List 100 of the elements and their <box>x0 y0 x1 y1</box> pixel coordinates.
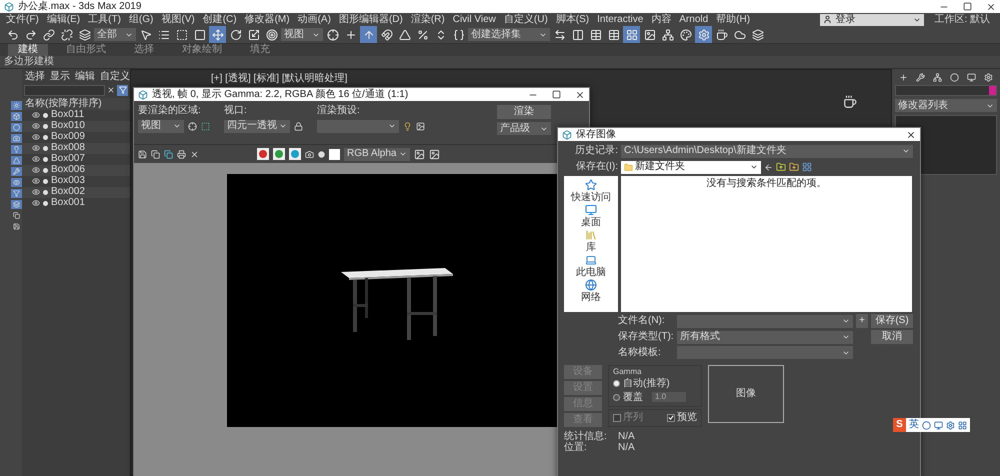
ribbon-tab[interactable]: 建模 <box>8 44 48 56</box>
panel-tab-icon[interactable] <box>933 73 942 82</box>
menu-item[interactable]: Civil View <box>448 14 500 26</box>
settings-icon[interactable] <box>946 420 955 430</box>
explorer-menu-item[interactable]: 编辑 <box>74 71 96 82</box>
menu-item[interactable]: Interactive <box>593 14 648 26</box>
account-dropdown[interactable]: 登录 <box>820 14 924 26</box>
copy-icon[interactable] <box>151 150 160 158</box>
eye-icon[interactable] <box>32 177 40 185</box>
object-row[interactable]: Box006 <box>22 164 130 176</box>
folder-dropdown[interactable]: 新建文件夹 <box>621 160 761 174</box>
eye-icon[interactable] <box>32 155 40 163</box>
image-icon[interactable] <box>416 122 425 130</box>
ribbon-tab[interactable]: 自由形式 <box>56 44 116 56</box>
menu-item[interactable]: 动画(A) <box>294 14 335 26</box>
panel-tab-icon[interactable] <box>916 73 925 82</box>
star-icon[interactable] <box>585 179 597 191</box>
explorer-menu-item[interactable]: 自定义 <box>99 71 131 82</box>
new-folder-icon[interactable] <box>789 162 799 172</box>
eye-icon[interactable] <box>32 144 40 152</box>
checkbox-item[interactable]: 预览 <box>667 412 697 424</box>
maximize-icon[interactable] <box>552 90 561 99</box>
eye-icon[interactable] <box>32 166 40 174</box>
object-row[interactable]: Box008 <box>22 142 130 154</box>
eye-icon[interactable] <box>32 133 40 141</box>
grid-icon[interactable] <box>958 420 967 430</box>
image-icon[interactable] <box>429 148 440 160</box>
eye-icon[interactable] <box>32 188 40 196</box>
place-label[interactable]: 此电脑 <box>576 267 606 278</box>
panel-tab-icon[interactable] <box>950 73 959 82</box>
computer-icon[interactable] <box>585 254 597 266</box>
menu-item[interactable]: 创建(C) <box>198 14 241 26</box>
quality-dropdown[interactable]: 产品级 <box>497 122 551 135</box>
radio-label[interactable]: 覆盖 <box>623 392 643 404</box>
network-icon[interactable] <box>585 279 597 291</box>
ribbon-tab[interactable]: 填充 <box>240 44 280 56</box>
viewport-dropdown[interactable]: 四元一透视 <box>224 120 290 132</box>
filter-button[interactable] <box>117 84 128 96</box>
name-field[interactable] <box>895 85 997 96</box>
eye-icon[interactable] <box>32 199 40 207</box>
history-dropdown[interactable]: C:\Users\Admin\Desktop\新建文件夹 <box>621 144 913 158</box>
cancel-button[interactable]: 取消 <box>871 330 913 344</box>
object-row[interactable]: Box002 <box>22 186 130 198</box>
ribbon-tab[interactable]: 选择 <box>124 44 164 56</box>
radio-button[interactable] <box>613 380 620 388</box>
folder-up-icon[interactable] <box>776 162 786 172</box>
radio-button[interactable] <box>613 394 620 401</box>
add-button[interactable]: + <box>856 314 868 328</box>
menu-item[interactable]: 帮助(H) <box>712 14 754 26</box>
place-label[interactable]: 桌面 <box>581 217 601 228</box>
close-icon[interactable] <box>575 90 585 100</box>
channel-dropdown[interactable]: RGB Alpha <box>344 148 410 160</box>
ribbon-tab[interactable]: 对象绘制 <box>172 44 232 56</box>
menu-item[interactable]: 工具(T) <box>84 14 125 26</box>
lock-icon[interactable] <box>294 122 303 130</box>
back-icon[interactable] <box>764 162 773 172</box>
menu-item[interactable]: 组(G) <box>124 14 158 26</box>
eye-icon[interactable] <box>32 122 40 130</box>
clear-icon[interactable] <box>107 86 115 94</box>
menu-item[interactable]: 修改器(M) <box>240 14 294 26</box>
menu-item[interactable]: 视图(V) <box>157 14 199 26</box>
render-button[interactable]: 渲染 <box>497 105 551 119</box>
type-dropdown[interactable]: 所有格式 <box>677 330 853 344</box>
maximize-icon[interactable] <box>963 2 972 11</box>
modifier-list-dropdown[interactable]: 修改器列表 <box>895 99 997 112</box>
menu-item[interactable]: 渲染(R) <box>406 14 449 26</box>
search-field[interactable] <box>24 84 105 96</box>
menu-item[interactable]: 编辑(E) <box>42 14 84 26</box>
panel-tab-icon[interactable] <box>967 73 976 82</box>
desktop-icon[interactable] <box>585 204 597 216</box>
area-dropdown[interactable]: 视图 <box>138 120 184 132</box>
view-icon[interactable] <box>802 162 812 172</box>
dot-icon[interactable] <box>318 150 325 158</box>
image-icon[interactable] <box>414 148 425 160</box>
toolbar-dropdown[interactable]: 创建选择集 <box>468 28 550 41</box>
place-label[interactable]: 库 <box>586 242 596 253</box>
crosshair-icon[interactable] <box>188 122 197 130</box>
place-label[interactable]: 快速访问 <box>571 192 611 203</box>
menu-item[interactable]: 脚本(S) <box>552 14 594 26</box>
eye-icon[interactable] <box>32 111 40 119</box>
panel-tab-icon[interactable] <box>899 73 908 82</box>
radio-label[interactable]: 自动(推荐) <box>623 378 670 390</box>
close-icon[interactable] <box>986 2 996 12</box>
place-label[interactable]: 网络 <box>581 292 601 303</box>
close-icon[interactable] <box>190 150 199 158</box>
menu-item[interactable]: 内容 <box>647 14 676 26</box>
color-swatch[interactable] <box>329 148 340 160</box>
menu-item[interactable]: 图形编辑器(D) <box>334 14 407 26</box>
checkbox[interactable] <box>667 414 675 422</box>
bulb-icon[interactable] <box>403 122 412 130</box>
viewport-label[interactable]: [+] [透视] [标准] [默认明暗处理] <box>211 73 348 84</box>
menu-item[interactable]: 自定义(U) <box>500 14 552 26</box>
copy-icon[interactable] <box>164 150 173 158</box>
panel-tab-icon[interactable] <box>984 73 993 82</box>
explorer-menu-item[interactable]: 选择 <box>24 71 46 82</box>
close-icon[interactable] <box>906 130 916 140</box>
toolbar-dropdown[interactable]: 视图 <box>281 28 323 41</box>
printer-icon[interactable] <box>177 150 186 158</box>
save-icon[interactable] <box>138 150 147 158</box>
region-icon[interactable] <box>201 122 210 130</box>
